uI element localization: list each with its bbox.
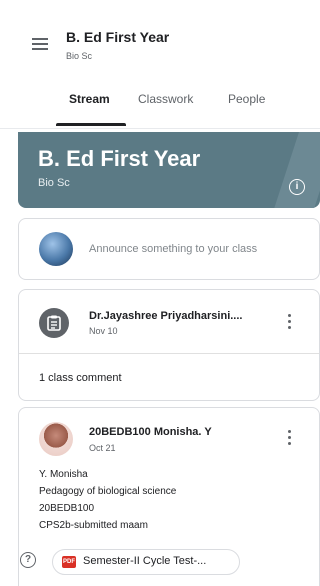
banner-subtitle: Bio Sc [38,177,70,189]
info-icon[interactable]: i [289,179,305,195]
banner-title: B. Ed First Year [38,146,201,171]
class-subtitle: Bio Sc [66,51,93,61]
assignment-icon [39,308,69,338]
post-body-line: Y. Monisha [39,469,88,480]
header-divider [0,128,320,129]
tab-bar: Stream Classwork People [0,92,320,130]
avatar [39,422,73,456]
tab-classwork[interactable]: Classwork [138,92,193,106]
tab-people[interactable]: People [228,92,265,106]
pdf-icon: PDF [62,556,76,568]
post-body-line: 20BEDB100 [39,503,95,514]
more-vert-icon[interactable] [281,428,297,448]
active-tab-indicator [56,123,126,126]
class-title: B. Ed First Year [66,29,170,45]
post-author: Dr.Jayashree Priyadharsini.... [89,310,243,322]
post-date: Nov 10 [89,326,118,336]
avatar [39,232,73,266]
help-icon[interactable]: ? [20,552,36,568]
class-banner: B. Ed First Year Bio Sc i [18,132,320,208]
post-date: Oct 21 [89,443,116,453]
attachment-chip[interactable]: PDF Semester-II Cycle Test-... [52,549,240,575]
post-author: 20BEDB100 Monisha. Y [89,426,212,438]
post-body: Y. Monisha Pedagogy of biological scienc… [39,466,176,534]
post-body-line: Pedagogy of biological science [39,486,177,497]
banner-decoration [270,132,320,208]
post-body-line: CPS2b-submitted maam [39,520,148,531]
card-divider [19,353,319,354]
attachment-label: Semester-II Cycle Test-... [83,555,207,567]
post-card[interactable]: Dr.Jayashree Priyadharsini.... Nov 10 1 … [18,289,320,401]
app-bar: B. Ed First Year Bio Sc Stream Classwork… [0,0,320,128]
tab-stream[interactable]: Stream [69,92,110,106]
menu-icon[interactable] [32,38,52,52]
announce-card[interactable]: Announce something to your class [18,218,320,280]
more-vert-icon[interactable] [281,312,297,332]
announce-input[interactable]: Announce something to your class [89,243,257,255]
class-comments-link[interactable]: 1 class comment [39,372,122,384]
